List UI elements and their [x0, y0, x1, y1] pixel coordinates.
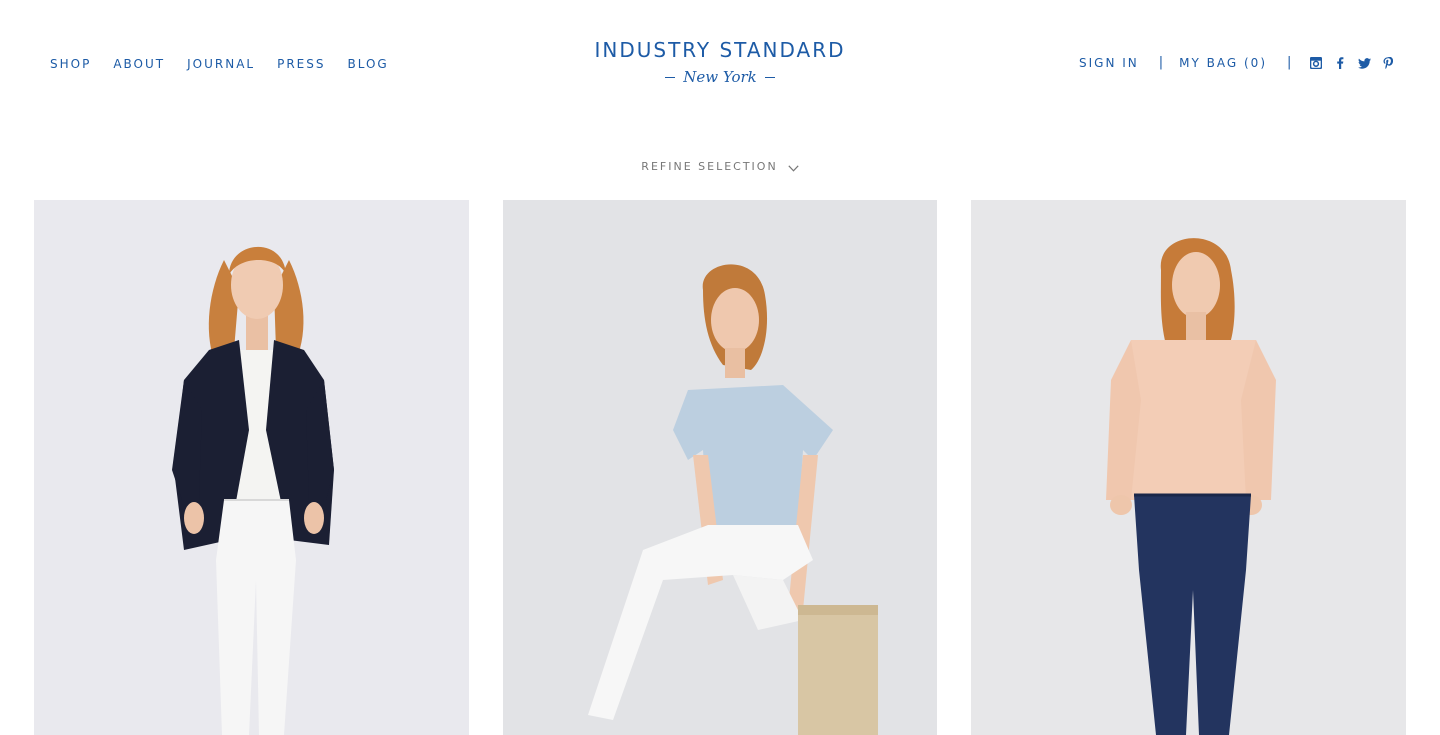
pinterest-icon[interactable]	[1381, 56, 1395, 70]
my-bag-link[interactable]: MY BAG (0)	[1179, 56, 1267, 70]
logo-subtitle: New York	[683, 68, 757, 86]
nav-about[interactable]: ABOUT	[113, 57, 165, 71]
account-nav: SIGN IN | MY BAG (0) |	[1079, 56, 1395, 70]
product-tile[interactable]	[34, 200, 469, 735]
chevron-down-icon	[788, 157, 799, 176]
page: SHOP ABOUT JOURNAL PRESS BLOG INDUSTRY S…	[0, 0, 1440, 735]
product-image-navy-blazer	[34, 200, 469, 735]
brand-logo[interactable]: INDUSTRY STANDARD New York	[585, 38, 855, 86]
nav-separator: |	[1287, 55, 1292, 70]
nav-press[interactable]: PRESS	[277, 57, 325, 71]
sign-in-link[interactable]: SIGN IN	[1079, 56, 1139, 70]
instagram-icon[interactable]	[1309, 56, 1323, 70]
refine-selection-dropdown[interactable]: REFINE SELECTION	[620, 157, 820, 176]
nav-journal[interactable]: JOURNAL	[187, 57, 255, 71]
main-nav: SHOP ABOUT JOURNAL PRESS BLOG	[50, 57, 389, 71]
facebook-icon[interactable]	[1333, 56, 1347, 70]
logo-title: INDUSTRY STANDARD	[594, 38, 846, 62]
logo-dash-left	[665, 76, 676, 78]
twitter-icon[interactable]	[1357, 56, 1371, 70]
refine-label: REFINE SELECTION	[641, 160, 778, 173]
product-tile[interactable]	[503, 200, 937, 735]
logo-dash-right	[764, 76, 775, 78]
logo-subtitle-row: New York	[585, 68, 855, 86]
product-image-peach-sweater	[971, 200, 1406, 735]
nav-blog[interactable]: BLOG	[348, 57, 389, 71]
social-links	[1309, 56, 1395, 70]
product-tile[interactable]	[971, 200, 1406, 735]
nav-shop[interactable]: SHOP	[50, 57, 91, 71]
product-image-light-blue-tee	[503, 200, 937, 735]
nav-separator: |	[1158, 55, 1164, 70]
